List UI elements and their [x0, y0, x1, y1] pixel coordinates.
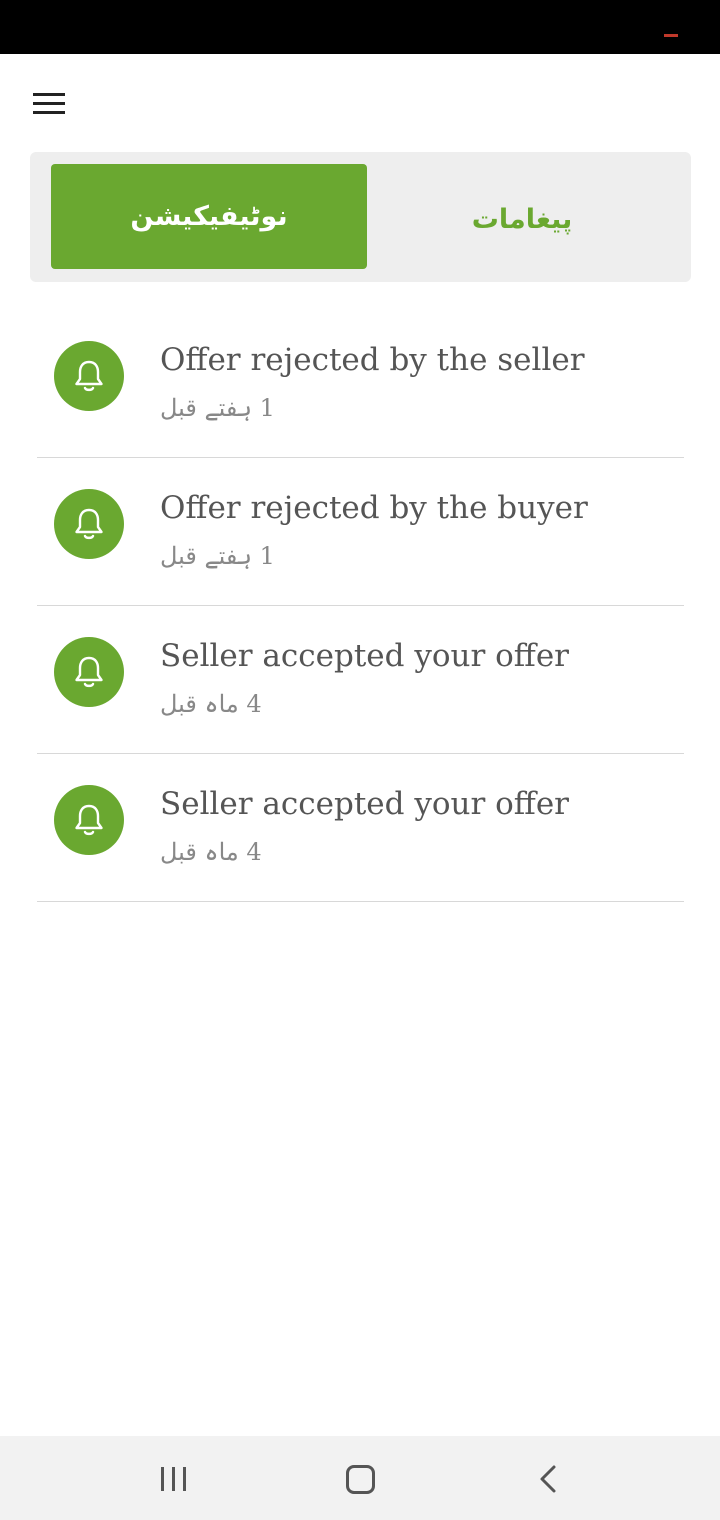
system-nav-bar [0, 1436, 720, 1520]
list-item[interactable]: Offer rejected by the seller 1 ہفتے قبل [37, 310, 684, 458]
home-button[interactable] [343, 1462, 377, 1496]
tab-messages-label: پیغامات [471, 204, 573, 235]
list-item[interactable]: Seller accepted your offer 4 ماہ قبل [37, 754, 684, 902]
notification-time: 4 ماہ قبل [160, 838, 262, 866]
tab-messages[interactable]: پیغامات [367, 164, 677, 269]
notification-time: 1 ہفتے قبل [160, 394, 275, 422]
back-button[interactable] [535, 1464, 565, 1494]
notification-title: Offer rejected by the buyer [160, 490, 588, 526]
back-icon [540, 1465, 556, 1493]
list-item[interactable]: Offer rejected by the buyer 1 ہفتے قبل [37, 458, 684, 606]
list-item[interactable]: Seller accepted your offer 4 ماہ قبل [37, 606, 684, 754]
status-indicator [664, 34, 678, 37]
bell-icon [54, 489, 124, 559]
status-bar [0, 0, 720, 54]
bell-icon [54, 785, 124, 855]
notification-title: Seller accepted your offer [160, 786, 569, 822]
notification-list: Offer rejected by the seller 1 ہفتے قبل … [37, 310, 684, 902]
notification-time: 1 ہفتے قبل [160, 542, 275, 570]
recent-apps-button[interactable] [157, 1464, 191, 1494]
bell-icon [54, 341, 124, 411]
home-icon [346, 1465, 375, 1494]
notification-time: 4 ماہ قبل [160, 690, 262, 718]
notification-title: Offer rejected by the seller [160, 342, 585, 378]
bell-icon [54, 637, 124, 707]
tab-bar: نوٹیفیکیشن پیغامات [30, 152, 691, 282]
tab-notifications-label: نوٹیفیکیشن [130, 201, 288, 232]
notification-title: Seller accepted your offer [160, 638, 569, 674]
tab-notifications[interactable]: نوٹیفیکیشن [51, 164, 367, 269]
menu-button[interactable] [26, 84, 72, 124]
